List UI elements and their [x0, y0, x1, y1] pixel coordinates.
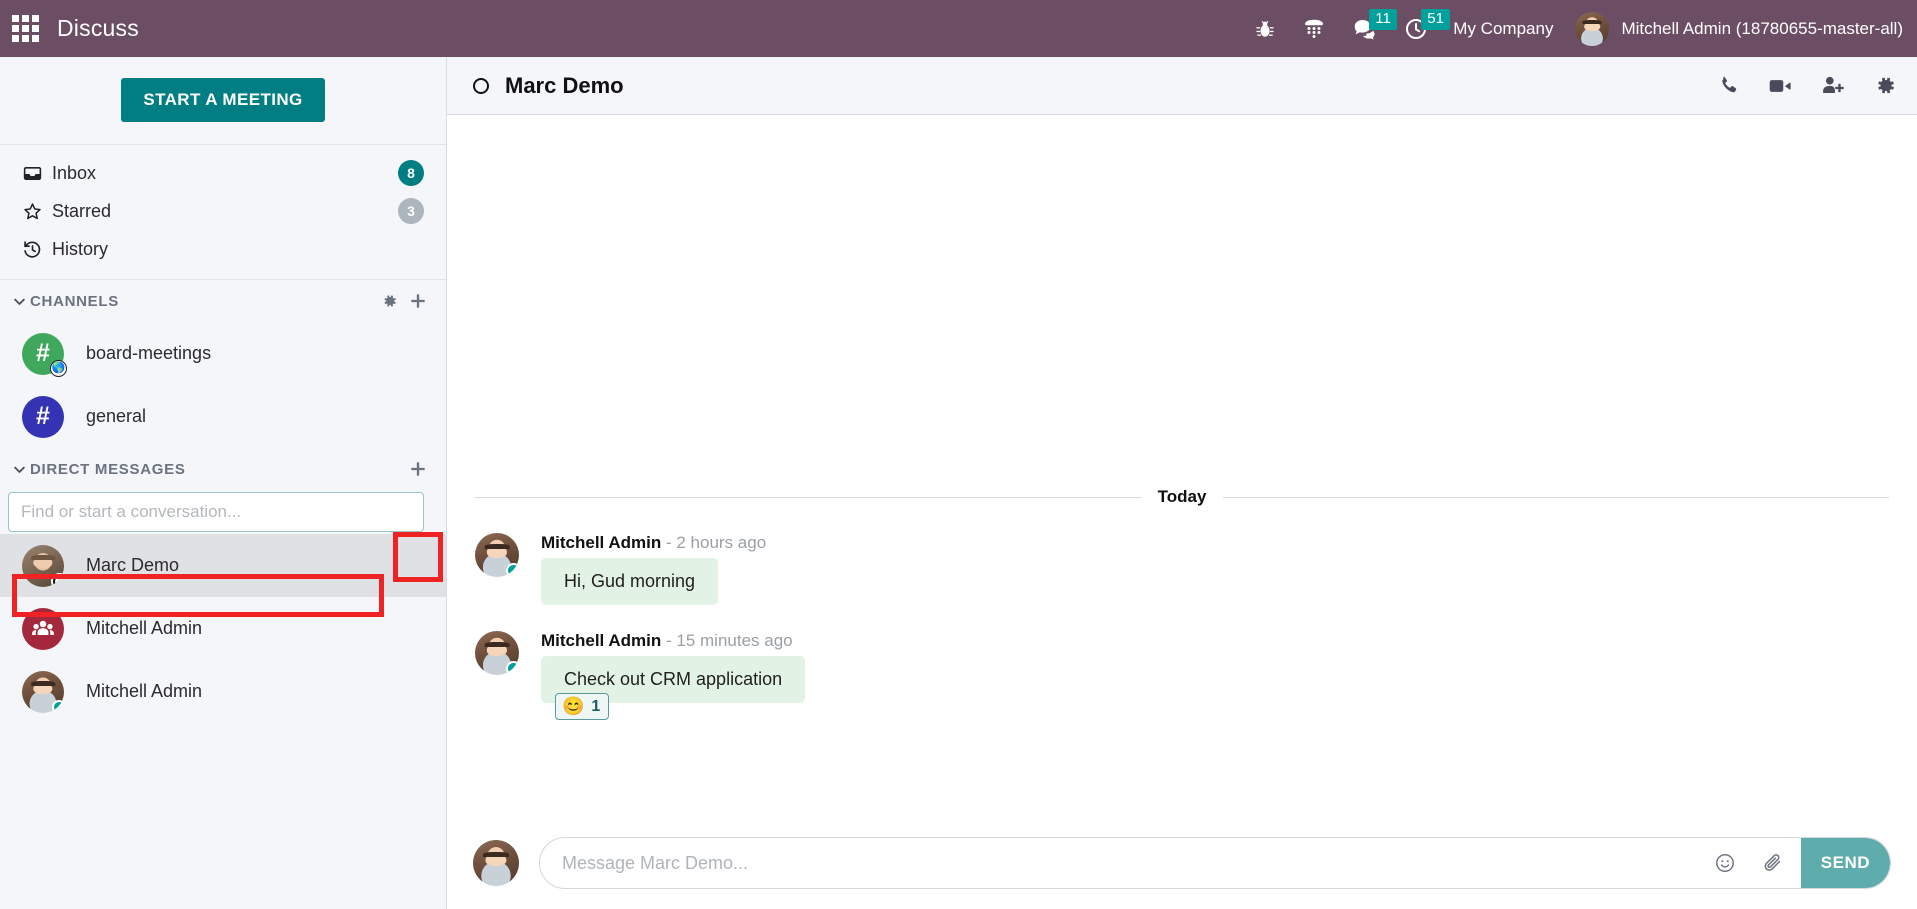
message-composer: SEND [447, 823, 1917, 909]
message-item: Mitchell Admin - 15 minutes ago Check ou… [447, 605, 1917, 720]
inbox-count-badge: 8 [398, 160, 424, 186]
channels-group-header[interactable]: CHANNELS [0, 280, 446, 322]
avatar [22, 544, 64, 587]
main-body: START A MEETING Inbox 8 Starred 3 Histor… [0, 57, 1917, 909]
gear-icon[interactable] [380, 292, 398, 310]
message-meta: Mitchell Admin - 15 minutes ago [541, 631, 805, 651]
sidebar-channel-board-meetings[interactable]: # 🌎 board-meetings [0, 322, 446, 385]
avatar [475, 631, 519, 675]
group-icon [22, 607, 64, 650]
dm-search-input[interactable] [8, 492, 424, 532]
globe-icon: 🌎 [50, 359, 67, 377]
chat-pane: Marc Demo Today Mitchell Admin - 2 hours… [447, 57, 1917, 909]
sidebar-item-history[interactable]: History [0, 230, 446, 268]
channels-group-actions [380, 291, 428, 311]
channel-label: board-meetings [86, 343, 212, 363]
messages-icon[interactable]: 11 [1339, 0, 1397, 57]
sidebar-dm-marc-demo[interactable]: Marc Demo [0, 534, 446, 597]
avatar [1575, 11, 1610, 46]
message-timestamp: - 15 minutes ago [666, 631, 793, 650]
message-thread: Today Mitchell Admin - 2 hours ago Hi, G… [447, 115, 1917, 823]
dm-group-actions [408, 459, 428, 479]
gear-icon[interactable] [1872, 73, 1897, 98]
sidebar: START A MEETING Inbox 8 Starred 3 Histor… [0, 57, 447, 909]
video-camera-icon[interactable] [1767, 73, 1793, 99]
dm-label: Mitchell Admin [86, 681, 203, 701]
status-online-icon [506, 661, 519, 675]
dialpad-icon[interactable] [1289, 0, 1339, 57]
discuss-app: Discuss 11 51 My Company Mitchell Admin … [0, 0, 1917, 909]
bug-icon[interactable] [1241, 0, 1289, 57]
sidebar-item-label: Starred [52, 200, 112, 221]
reaction-chip[interactable]: 😊 1 [555, 693, 610, 720]
message-meta: Mitchell Admin - 2 hours ago [541, 533, 766, 553]
sidebar-item-label: History [52, 238, 109, 259]
send-button[interactable]: SEND [1800, 838, 1890, 888]
phone-call-icon[interactable] [1717, 74, 1740, 97]
add-user-icon[interactable] [1820, 73, 1845, 98]
status-online-icon [52, 699, 64, 713]
starred-count-badge: 3 [398, 198, 424, 224]
sidebar-dm-mitchell-admin-group[interactable]: Mitchell Admin [0, 597, 446, 660]
dm-label: Marc Demo [86, 555, 180, 575]
sidebar-item-inbox[interactable]: Inbox 8 [0, 154, 446, 192]
channels-group-title: CHANNELS [30, 292, 119, 310]
message-body: Mitchell Admin - 15 minutes ago Check ou… [541, 631, 806, 720]
status-online-icon [506, 563, 519, 577]
start-meeting-button[interactable]: START A MEETING [121, 78, 325, 122]
dm-search-wrapper [0, 490, 446, 534]
user-menu[interactable]: Mitchell Admin (18780655-master-all) [1565, 11, 1903, 46]
start-meeting-section: START A MEETING [0, 57, 446, 145]
activities-badge: 51 [1421, 9, 1450, 30]
reaction-count: 1 [591, 697, 601, 715]
day-separator: Today [447, 487, 1917, 507]
mailbox-list: Inbox 8 Starred 3 History [0, 145, 446, 280]
avatar [473, 840, 519, 886]
message-author: Mitchell Admin [541, 533, 662, 552]
hash-icon: # 🌎 [22, 332, 67, 377]
inbox-icon [22, 163, 52, 184]
separator-line-left [475, 496, 1141, 498]
apps-grid-icon[interactable] [10, 14, 40, 44]
star-icon [22, 201, 52, 222]
chat-header: Marc Demo [447, 57, 1917, 115]
dm-group-title: DIRECT MESSAGES [30, 460, 186, 478]
composer-box: SEND [539, 837, 1891, 889]
chevron-down-icon [8, 294, 30, 309]
plus-icon[interactable] [408, 291, 428, 311]
smiley-emoji-icon: 😊 [562, 696, 585, 716]
channel-label: general [86, 406, 147, 426]
dm-add-plus-icon[interactable] [408, 459, 428, 479]
sidebar-channel-general[interactable]: # general [0, 385, 446, 448]
day-separator-label: Today [1157, 487, 1207, 506]
circle-offline-icon [473, 77, 489, 94]
sidebar-item-label: Inbox [52, 162, 97, 183]
message-item: Mitchell Admin - 2 hours ago Hi, Gud mor… [447, 507, 1917, 605]
paperclip-icon[interactable] [1749, 852, 1797, 874]
activities-clock-icon[interactable]: 51 [1391, 0, 1450, 57]
hash-icon: # [22, 395, 64, 438]
user-name: Mitchell Admin (18780655-master-all) [1621, 18, 1903, 38]
app-title: Discuss [57, 15, 139, 41]
chat-header-actions [1717, 73, 1897, 99]
company-selector[interactable]: My Company [1441, 19, 1565, 39]
status-offline-icon [53, 574, 64, 587]
message-timestamp: - 2 hours ago [666, 533, 767, 552]
message-input[interactable] [540, 838, 1701, 888]
sidebar-item-starred[interactable]: Starred 3 [0, 192, 446, 230]
dm-group-header[interactable]: DIRECT MESSAGES [0, 448, 446, 490]
top-navbar: Discuss 11 51 My Company Mitchell Admin … [0, 0, 1917, 57]
message-body: Mitchell Admin - 2 hours ago Hi, Gud mor… [541, 533, 766, 605]
message-text: Hi, Gud morning [541, 558, 719, 605]
chevron-down-icon [8, 462, 30, 477]
history-icon [22, 239, 52, 260]
sidebar-dm-mitchell-admin[interactable]: Mitchell Admin [0, 660, 446, 723]
page-title: Marc Demo [505, 72, 624, 98]
dm-label: Mitchell Admin [86, 618, 203, 638]
avatar [22, 670, 64, 713]
message-author: Mitchell Admin [541, 631, 662, 650]
avatar [475, 533, 519, 577]
smiley-icon[interactable] [1701, 852, 1749, 874]
separator-line-right [1223, 496, 1889, 498]
